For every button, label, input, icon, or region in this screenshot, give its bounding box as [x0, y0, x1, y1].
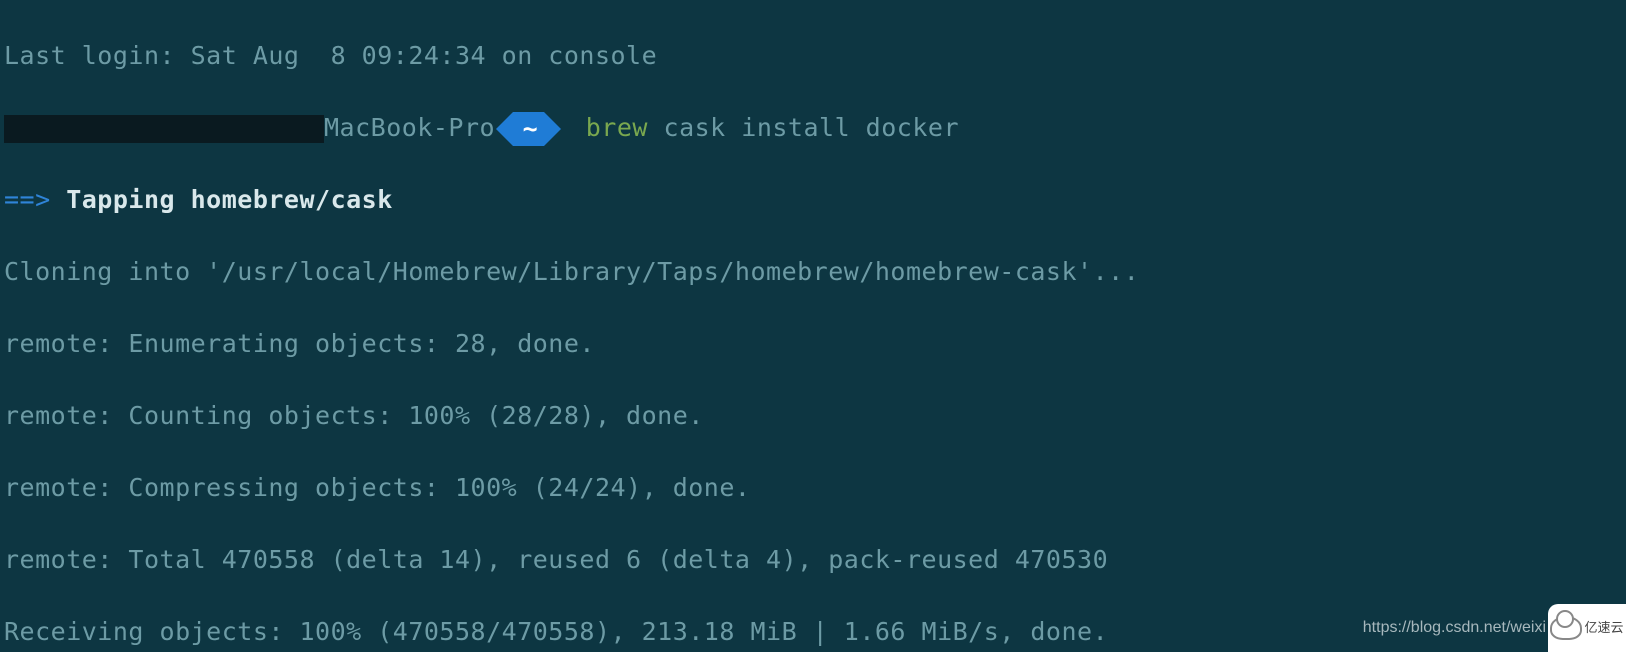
redacted-user [4, 115, 324, 143]
watermark-badge: 亿速云 [1548, 604, 1626, 652]
watermark-url: https://blog.csdn.net/weixi [1363, 610, 1546, 646]
cwd-segment: ~ [513, 112, 545, 146]
enum-line: remote: Enumerating objects: 28, done. [4, 326, 1622, 362]
terminal-output: Last login: Sat Aug 8 09:24:34 on consol… [0, 0, 1626, 652]
last-login-line: Last login: Sat Aug 8 09:24:34 on consol… [4, 38, 1622, 74]
compress-line: remote: Compressing objects: 100% (24/24… [4, 470, 1622, 506]
tilde: ~ [523, 114, 539, 143]
hostname: MacBook-Pro [324, 113, 511, 142]
clone-line: Cloning into '/usr/local/Homebrew/Librar… [4, 254, 1622, 290]
command-brew: brew [586, 113, 648, 142]
cloud-icon [1550, 616, 1582, 640]
arrow-icon: ==> [4, 185, 51, 214]
command-args: cask install docker [648, 113, 959, 142]
total-line: remote: Total 470558 (delta 14), reused … [4, 542, 1622, 578]
count-line: remote: Counting objects: 100% (28/28), … [4, 398, 1622, 434]
prompt-line[interactable]: MacBook-Pro ~ brew cask install docker [4, 110, 1622, 146]
step-tapping: ==> Tapping homebrew/cask [4, 182, 1622, 218]
tapping-text: Tapping homebrew/cask [51, 185, 393, 214]
watermark-text: 亿速云 [1584, 610, 1623, 646]
